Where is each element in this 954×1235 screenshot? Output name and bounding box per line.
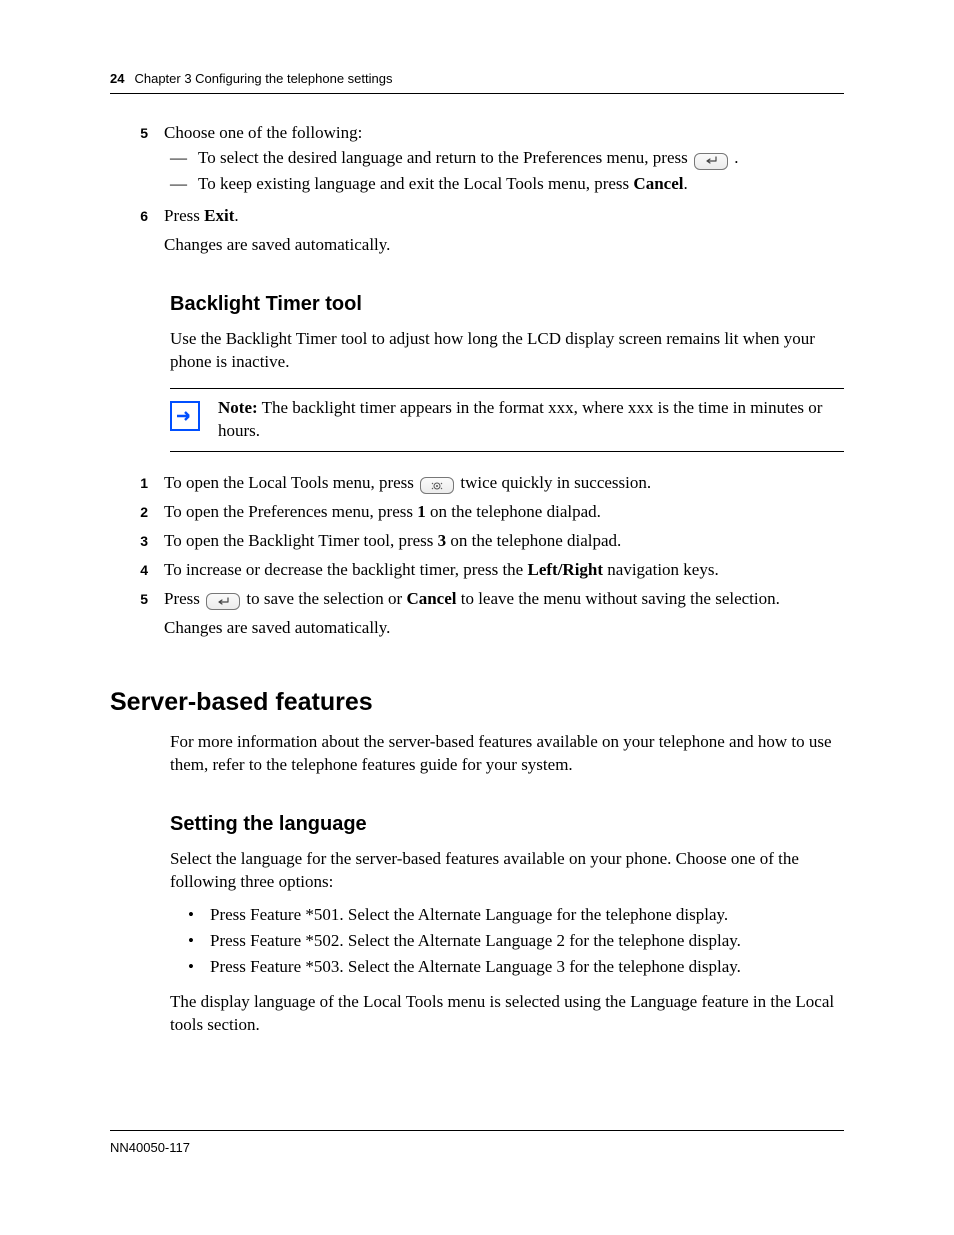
section-heading-backlight: Backlight Timer tool — [170, 291, 844, 318]
option-text: To keep existing language and exit the L… — [198, 174, 633, 193]
step-6: 6 Press Exit. Changes are saved automati… — [136, 205, 844, 257]
step-after: Changes are saved automatically. — [164, 234, 844, 257]
services-key-icon — [420, 477, 454, 494]
bullet-icon: • — [188, 904, 210, 927]
step-body: Press Exit. Changes are saved automatica… — [164, 205, 844, 257]
language-intro: Select the language for the server-based… — [170, 848, 844, 894]
step-text: Press — [164, 206, 204, 225]
step-number: 1 — [136, 472, 164, 495]
list-item: • Press Feature *502. Select the Alterna… — [188, 930, 844, 953]
doc-number: NN40050-117 — [110, 1140, 190, 1155]
bl-step-3: 3 To open the Backlight Timer tool, pres… — [136, 530, 844, 553]
step-text-end: twice quickly in succession. — [460, 473, 651, 492]
step-number: 2 — [136, 501, 164, 524]
page-number: 24 — [110, 70, 124, 88]
dash-icon: — — [170, 173, 198, 196]
step-text: To open the Backlight Timer tool, press — [164, 531, 438, 550]
step-text-end: on the telephone dialpad. — [426, 502, 601, 521]
content-area: 5 Choose one of the following: — To sele… — [110, 122, 844, 1037]
bold-word: 3 — [438, 531, 447, 550]
option-text-end: . — [683, 174, 687, 193]
option-text: To select the desired language and retur… — [198, 148, 692, 167]
section-heading-language: Setting the language — [170, 811, 844, 838]
step-text-end: on the telephone dialpad. — [446, 531, 621, 550]
server-intro: For more information about the server-ba… — [170, 731, 844, 777]
bullet-text: Press Feature *501. Select the Alternate… — [210, 904, 844, 927]
step-text-end: . — [234, 206, 238, 225]
note-block: Note: The backlight timer appears in the… — [170, 388, 844, 452]
bl-step-1: 1 To open the Local Tools menu, press tw… — [136, 472, 844, 495]
note-arrow-icon — [170, 401, 200, 431]
running-header: 24 Chapter 3 Configuring the telephone s… — [110, 70, 844, 94]
step-text: Press — [164, 589, 204, 608]
bold-word: Exit — [204, 206, 234, 225]
bold-word: Cancel — [633, 174, 683, 193]
list-item: • Press Feature *503. Select the Alterna… — [188, 956, 844, 979]
step-after: Changes are saved automatically. — [164, 617, 844, 640]
note-text: Note: The backlight timer appears in the… — [218, 397, 844, 443]
step-text: To open the Preferences menu, press — [164, 502, 417, 521]
step-body: Choose one of the following: — To select… — [164, 122, 844, 200]
enter-key-icon — [694, 153, 728, 170]
page: 24 Chapter 3 Configuring the telephone s… — [0, 0, 954, 1235]
note-label: Note: — [218, 398, 258, 417]
list-item: • Press Feature *501. Select the Alterna… — [188, 904, 844, 927]
option-b: — To keep existing language and exit the… — [170, 173, 844, 196]
bullet-icon: • — [188, 956, 210, 979]
step-number: 5 — [136, 122, 164, 200]
dash-icon: — — [170, 147, 198, 170]
bl-step-5: 5 Press to save the selection or Cancel … — [136, 588, 844, 640]
note-body: The backlight timer appears in the forma… — [218, 398, 822, 440]
step-text: To increase or decrease the backlight ti… — [164, 560, 527, 579]
bullet-text: Press Feature *503. Select the Alternate… — [210, 956, 844, 979]
step-number: 3 — [136, 530, 164, 553]
step-number: 4 — [136, 559, 164, 582]
bl-step-2: 2 To open the Preferences menu, press 1 … — [136, 501, 844, 524]
section-intro: Use the Backlight Timer tool to adjust h… — [170, 328, 844, 374]
chapter-title: Chapter 3 Configuring the telephone sett… — [134, 70, 392, 88]
major-heading-server: Server-based features — [110, 686, 844, 720]
option-a: — To select the desired language and ret… — [170, 147, 844, 170]
bold-word: 1 — [417, 502, 426, 521]
bold-word: Cancel — [406, 589, 456, 608]
bullet-icon: • — [188, 930, 210, 953]
step-number: 6 — [136, 205, 164, 257]
step-text: To open the Local Tools menu, press — [164, 473, 418, 492]
option-text-end: . — [734, 148, 738, 167]
step-5: 5 Choose one of the following: — To sele… — [136, 122, 844, 200]
bullet-list: • Press Feature *501. Select the Alterna… — [170, 904, 844, 979]
footer: NN40050-117 — [110, 1130, 844, 1157]
step-text-end: to leave the menu without saving the sel… — [456, 589, 779, 608]
step-text-end: navigation keys. — [603, 560, 719, 579]
step-number: 5 — [136, 588, 164, 640]
step-text-mid: to save the selection or — [246, 589, 406, 608]
enter-key-icon — [206, 593, 240, 610]
bold-word: Left/Right — [527, 560, 603, 579]
bullet-text: Press Feature *502. Select the Alternate… — [210, 930, 844, 953]
step-intro: Choose one of the following: — [164, 122, 844, 145]
language-outro: The display language of the Local Tools … — [170, 991, 844, 1037]
bl-step-4: 4 To increase or decrease the backlight … — [136, 559, 844, 582]
